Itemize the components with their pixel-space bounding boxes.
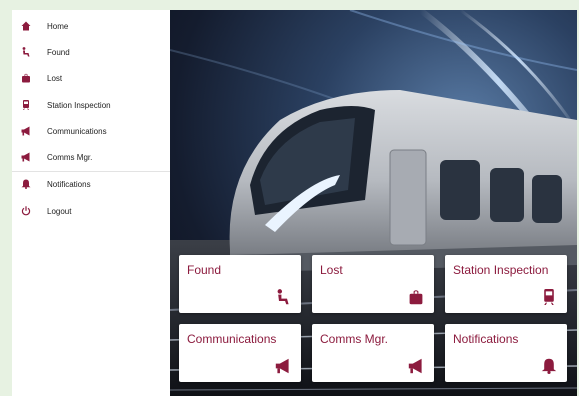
megaphone-icon — [408, 358, 424, 374]
home-icon — [19, 19, 33, 33]
sidebar-item-label: Found — [47, 47, 70, 57]
sidebar-item-label: Logout — [47, 206, 72, 216]
sidebar-item-comms-mgr[interactable]: Comms Mgr. — [12, 144, 170, 170]
sidebar: Home Found Lost Station Inspection Commu… — [12, 10, 171, 396]
tile-label: Comms Mgr. — [320, 332, 389, 346]
bell-icon — [541, 358, 557, 374]
sidebar-item-logout[interactable]: Logout — [12, 198, 170, 224]
tile-label: Communications — [187, 332, 277, 346]
megaphone-icon — [19, 124, 33, 138]
tile-notifications[interactable]: Notifications — [445, 324, 567, 382]
sidebar-item-found[interactable]: Found — [12, 39, 170, 65]
sidebar-item-label: Station Inspection — [47, 100, 111, 110]
person-sitting-icon — [19, 45, 33, 59]
tile-label: Found — [187, 263, 222, 277]
sidebar-item-home[interactable]: Home — [12, 13, 170, 39]
sidebar-item-label: Communications — [47, 126, 107, 136]
app-window: Home Found Lost Station Inspection Commu… — [12, 10, 577, 396]
sidebar-item-label: Home — [47, 21, 69, 31]
sidebar-item-communications[interactable]: Communications — [12, 118, 170, 144]
train-icon — [19, 98, 33, 112]
bag-icon — [19, 71, 33, 85]
tile-found[interactable]: Found — [179, 255, 301, 313]
sidebar-item-notifications[interactable]: Notifications — [12, 171, 170, 197]
sidebar-item-label: Comms Mgr. — [47, 152, 93, 162]
sidebar-item-label: Lost — [47, 73, 63, 83]
bag-icon — [408, 289, 424, 305]
sidebar-item-label: Notifications — [47, 179, 91, 189]
power-icon — [19, 204, 33, 218]
tile-station-inspection[interactable]: Station Inspection — [445, 255, 567, 313]
person-sitting-icon — [275, 289, 291, 305]
tile-comms-mgr[interactable]: Comms Mgr. — [312, 324, 434, 382]
sidebar-item-station-inspection[interactable]: Station Inspection — [12, 92, 170, 118]
megaphone-icon — [275, 358, 291, 374]
tile-lost[interactable]: Lost — [312, 255, 434, 313]
tile-communications[interactable]: Communications — [179, 324, 301, 382]
tile-label: Station Inspection — [453, 263, 549, 277]
train-icon — [541, 289, 557, 305]
sidebar-item-lost[interactable]: Lost — [12, 65, 170, 91]
megaphone-icon — [19, 150, 33, 164]
tile-label: Notifications — [453, 332, 519, 346]
bell-icon — [19, 177, 33, 191]
tile-label: Lost — [320, 263, 343, 277]
